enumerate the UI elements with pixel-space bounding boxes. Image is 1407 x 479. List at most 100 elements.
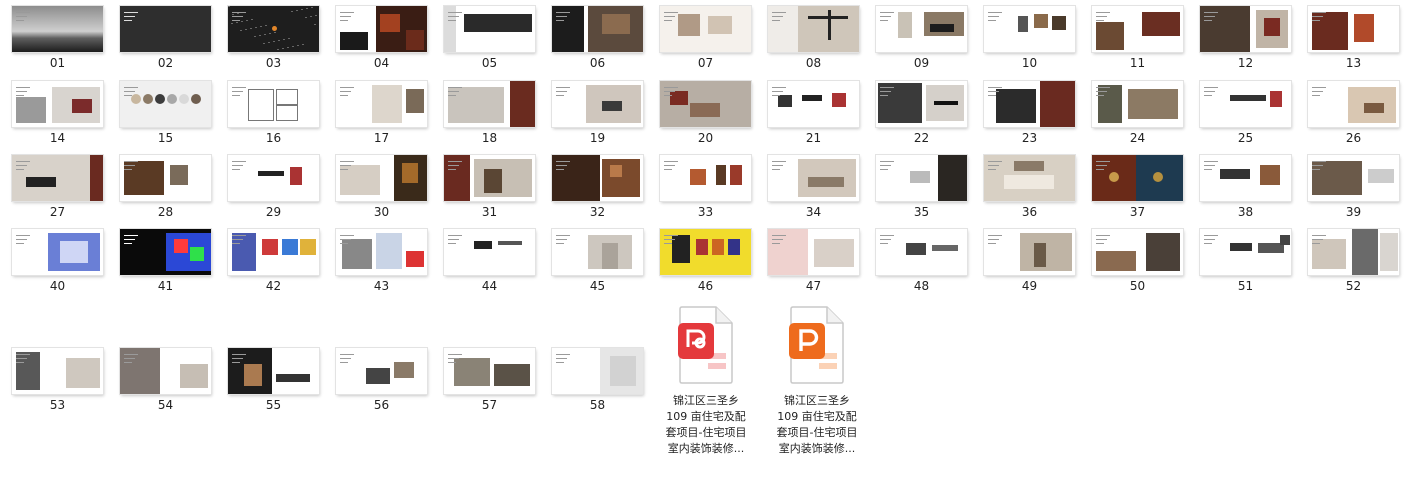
slide-thumbnail (12, 81, 103, 127)
pptx-icon (789, 306, 844, 384)
slide-thumbnail (1092, 229, 1183, 275)
slide-number-label: 05 (481, 56, 498, 70)
slide-thumbnail (228, 81, 319, 127)
slide-number-label: 20 (697, 131, 714, 145)
slide-thumbnail (12, 155, 103, 201)
file-name: 锦江区三圣乡 109 亩住宅及配 套项目-住宅项目 室内装饰装修... (665, 394, 747, 455)
slide-thumbnail (1200, 81, 1291, 127)
slide-number-label: 38 (1237, 205, 1254, 219)
slide-thumbnail (12, 229, 103, 275)
slide-number-label: 29 (265, 205, 282, 219)
slide-number-label: 56 (373, 398, 390, 412)
slide-thumbnail (444, 81, 535, 127)
slide-number-label: 34 (805, 205, 822, 219)
slide-thumbnail (1092, 155, 1183, 201)
slide-thumbnail (444, 155, 535, 201)
slide-number-label: 17 (373, 131, 390, 145)
slide-thumbnail (1200, 229, 1291, 275)
slide-thumbnail (552, 81, 643, 127)
slide-number-label: 48 (913, 279, 930, 293)
slide-thumbnail (660, 229, 751, 275)
slide-number-label: 33 (697, 205, 714, 219)
slide-thumbnail (984, 155, 1075, 201)
slide-number-label: 28 (157, 205, 174, 219)
slide-number-label: 44 (481, 279, 498, 293)
slide-thumbnail (1200, 6, 1291, 52)
slide-thumbnail (444, 348, 535, 394)
slide-number-label: 02 (157, 56, 174, 70)
slide-number-label: 24 (1129, 131, 1146, 145)
slide-thumbnail (444, 6, 535, 52)
slide-number-label: 13 (1345, 56, 1362, 70)
slide-thumbnail (660, 155, 751, 201)
slide-number-label: 31 (481, 205, 498, 219)
slide-thumbnail (1308, 6, 1399, 52)
slide-thumbnail (768, 229, 859, 275)
slide-number-label: 35 (913, 205, 930, 219)
slide-thumbnail (552, 229, 643, 275)
slide-thumbnail (1308, 155, 1399, 201)
slide-thumbnail (228, 155, 319, 201)
slide-number-label: 39 (1345, 205, 1362, 219)
slide-thumbnail (768, 6, 859, 52)
slide-number-label: 55 (265, 398, 282, 412)
slide-thumbnail (336, 348, 427, 394)
slide-number-label: 41 (157, 279, 174, 293)
slide-thumbnail (120, 348, 211, 394)
slide-number-label: 53 (49, 398, 66, 412)
slide-number-label: 43 (373, 279, 390, 293)
slide-number-label: 58 (589, 398, 606, 412)
slide-thumbnail (228, 229, 319, 275)
slide-thumbnail (336, 81, 427, 127)
slide-number-label: 03 (265, 56, 282, 70)
slide-number-label: 22 (913, 131, 930, 145)
slide-thumbnail (876, 6, 967, 52)
slide-thumbnail (444, 229, 535, 275)
slide-thumbnail (768, 155, 859, 201)
slide-thumbnail (1092, 6, 1183, 52)
slide-number-label: 51 (1237, 279, 1254, 293)
slide-number-label: 45 (589, 279, 606, 293)
slide-thumbnail (984, 6, 1075, 52)
slide-number-label: 21 (805, 131, 822, 145)
slide-thumbnail (228, 6, 319, 52)
slide-number-label: 23 (1021, 131, 1038, 145)
slide-number-label: 19 (589, 131, 606, 145)
slide-number-label: 37 (1129, 205, 1146, 219)
slide-thumbnail (336, 155, 427, 201)
slide-number-label: 30 (373, 205, 390, 219)
slide-thumbnail (12, 6, 103, 52)
slide-thumbnail (12, 348, 103, 394)
slide-thumbnail (120, 229, 211, 275)
slide-thumbnail (552, 348, 643, 394)
slide-number-label: 16 (265, 131, 282, 145)
slide-number-label: 01 (49, 56, 66, 70)
slide-thumbnail (228, 348, 319, 394)
slide-thumbnail (768, 81, 859, 127)
slide-thumbnail (876, 155, 967, 201)
slide-number-label: 26 (1345, 131, 1362, 145)
slide-number-label: 36 (1021, 205, 1038, 219)
slide-number-label: 14 (49, 131, 66, 145)
slide-thumbnail (1092, 81, 1183, 127)
slide-number-label: 54 (157, 398, 174, 412)
slide-thumbnail (552, 155, 643, 201)
slide-number-label: 40 (49, 279, 66, 293)
slide-thumbnail (336, 6, 427, 52)
slide-number-label: 46 (697, 279, 714, 293)
slide-number-label: 57 (481, 398, 498, 412)
slide-thumbnail (660, 81, 751, 127)
pdf-icon (678, 306, 733, 384)
slide-number-label: 25 (1237, 131, 1254, 145)
slide-thumbnail (984, 229, 1075, 275)
slide-thumbnail (552, 6, 643, 52)
slide-number-label: 06 (589, 56, 606, 70)
slide-number-label: 49 (1021, 279, 1038, 293)
slide-thumbnail (984, 81, 1075, 127)
slide-number-label: 18 (481, 131, 498, 145)
slide-number-label: 09 (913, 56, 930, 70)
slide-number-label: 15 (157, 131, 174, 145)
slide-number-label: 04 (373, 56, 390, 70)
slide-thumbnail (120, 155, 211, 201)
slide-thumbnail (876, 229, 967, 275)
